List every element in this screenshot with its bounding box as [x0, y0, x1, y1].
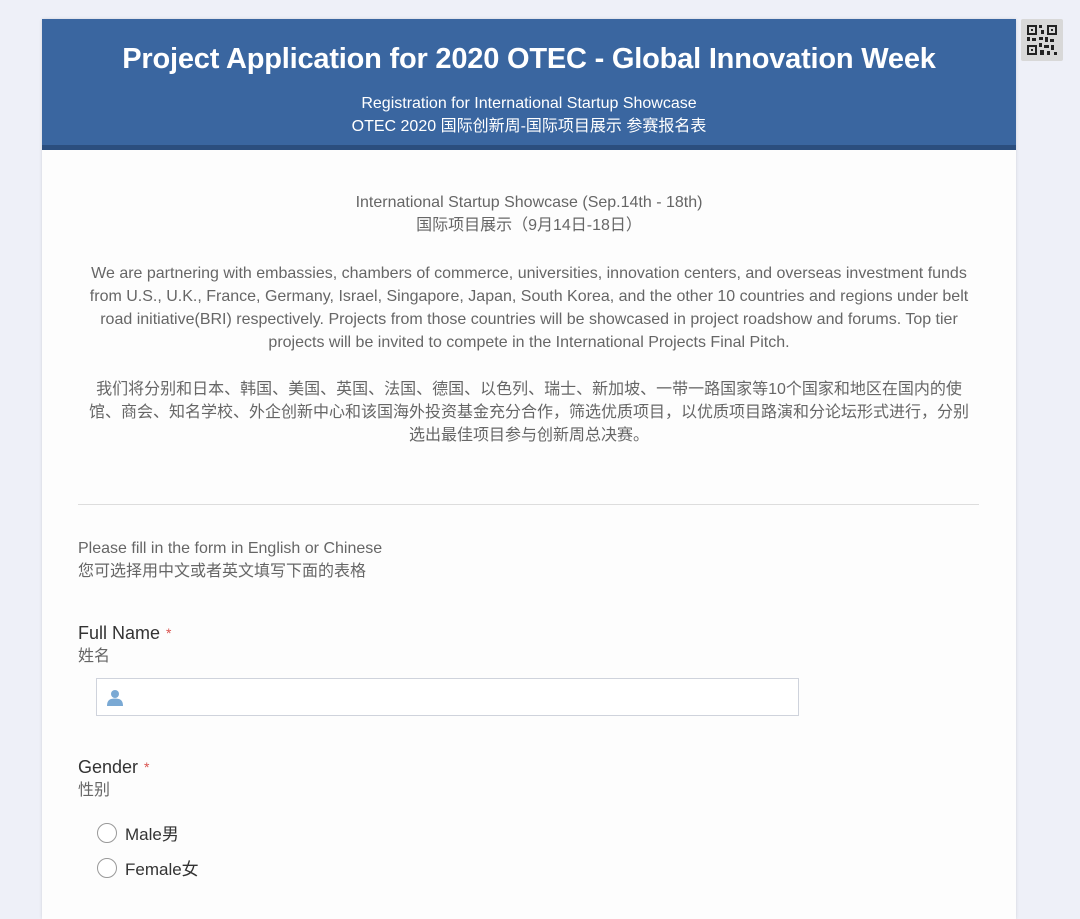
radio-button-female[interactable] [97, 857, 117, 878]
form-header: Project Application for 2020 OTEC - Glob… [42, 19, 1016, 150]
full-name-sublabel: 姓名 [78, 648, 111, 665]
qr-code-icon[interactable] [1021, 19, 1063, 61]
full-name-label-text: Full Name [78, 623, 161, 643]
gender-radio-group: Male男 Female女 [97, 815, 1016, 885]
gender-option-female[interactable]: Female女 [97, 850, 1016, 885]
form-card: Project Application for 2020 OTEC - Glob… [42, 19, 1016, 919]
instructions-en: Please fill in the form in English or Ch… [78, 540, 383, 557]
form-title: Project Application for 2020 OTEC - Glob… [122, 43, 936, 75]
intro-section: International Startup Showcase (Sep.14th… [42, 191, 1016, 447]
required-marker: * [144, 759, 150, 775]
required-marker: * [166, 625, 172, 641]
full-name-input-wrapper[interactable] [96, 678, 799, 716]
form-instructions: Please fill in the form in English or Ch… [78, 537, 1016, 583]
intro-paragraph-cn: 我们将分别和日本、韩国、美国、英国、法国、德国、以色列、瑞士、新加坡、一带一路国… [88, 381, 969, 444]
full-name-label: Full Name * [78, 621, 1016, 645]
gender-label: Gender * [78, 755, 1016, 779]
section-divider [78, 504, 979, 505]
full-name-input[interactable] [129, 679, 793, 715]
section-title-en: International Startup Showcase (Sep.14th… [355, 194, 703, 211]
form-subtitle-en: Registration for International Startup S… [361, 95, 697, 112]
gender-label-text: Gender [78, 757, 139, 777]
radio-button-male[interactable] [97, 822, 117, 843]
intro-paragraph-en: We are partnering with embassies, chambe… [89, 265, 969, 351]
gender-field: Gender * 性别 Male男 Female女 [78, 755, 1016, 885]
full-name-field: Full Name * 姓名 [78, 621, 1016, 716]
instructions-cn: 您可选择用中文或者英文填写下面的表格 [78, 563, 367, 580]
gender-sublabel: 性别 [78, 782, 111, 799]
gender-option-male[interactable]: Male男 [97, 815, 1016, 850]
section-title-cn: 国际项目展示（9月14日-18日） [416, 217, 642, 234]
form-subtitle-cn: OTEC 2020 国际创新周-国际项目展示 参赛报名表 [351, 118, 707, 135]
user-icon [106, 689, 124, 711]
gender-option-female-label: Female女 [125, 860, 199, 879]
gender-option-male-label: Male男 [125, 825, 179, 844]
